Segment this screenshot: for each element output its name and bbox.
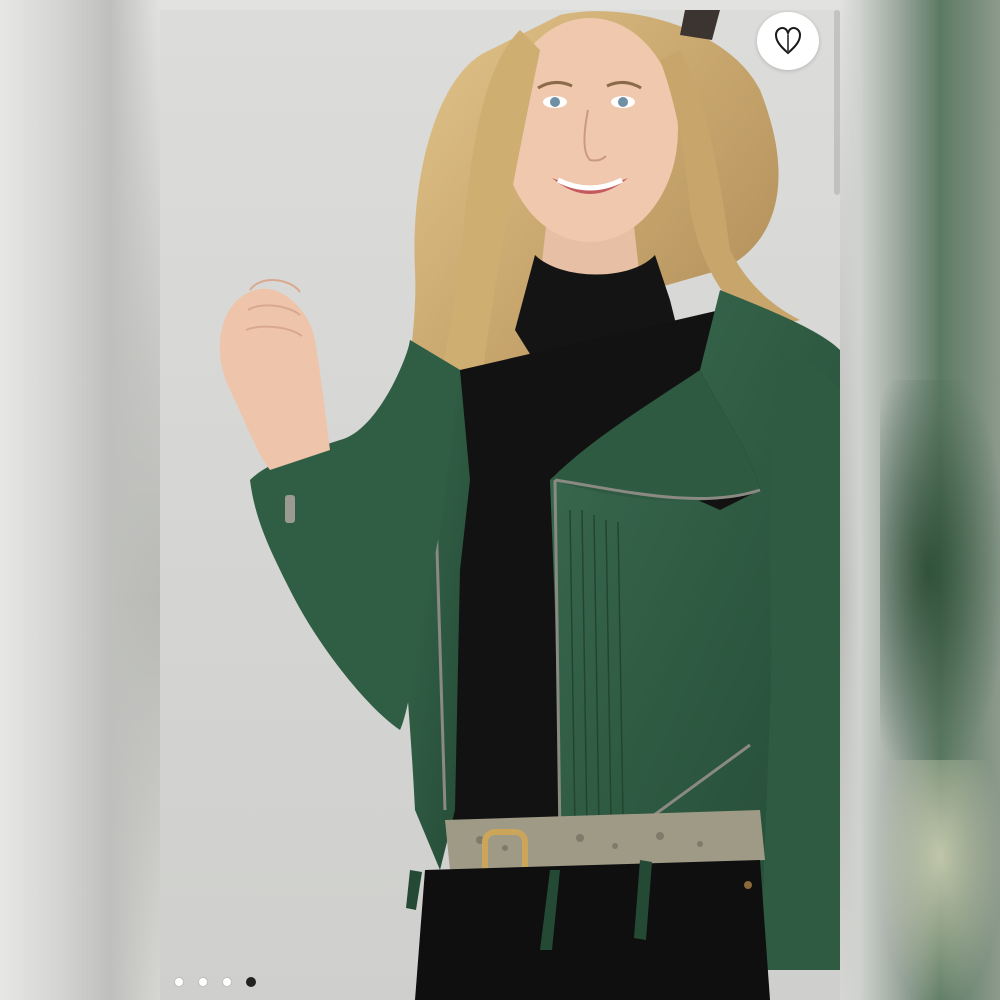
favorite-button[interactable] — [757, 12, 819, 70]
carousel-pagination — [174, 977, 256, 987]
blurred-background-accent — [880, 760, 1000, 1000]
product-photo[interactable] — [160, 10, 840, 1000]
carousel-dot[interactable] — [174, 977, 184, 987]
carousel-dot-active[interactable] — [246, 977, 256, 987]
scrollbar[interactable] — [834, 10, 840, 195]
blurred-background-accent — [880, 380, 1000, 760]
product-photo-illustration — [160, 10, 840, 1000]
carousel-dot[interactable] — [198, 977, 208, 987]
heart-outline-icon — [774, 26, 802, 55]
carousel-dot[interactable] — [222, 977, 232, 987]
